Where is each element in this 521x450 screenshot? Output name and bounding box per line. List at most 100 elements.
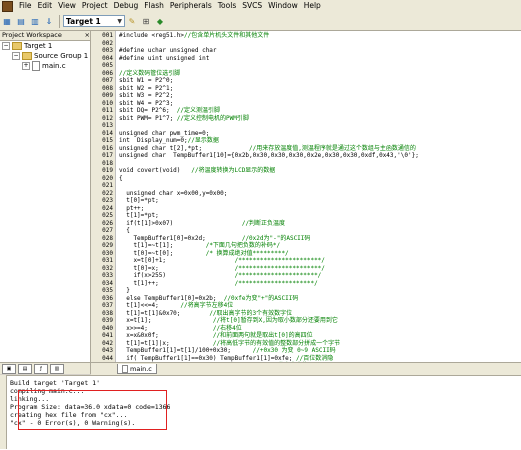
code-line: 001 #include <reg51.h>//包含单片机头文件和其他文件 bbox=[91, 32, 521, 40]
output-side-bar bbox=[0, 375, 7, 449]
code-editor[interactable]: 001 #include <reg51.h>//包含单片机头文件和其他文件 002 0… bbox=[91, 31, 521, 362]
rebuild-icon[interactable]: ▥ bbox=[29, 15, 41, 27]
code-comment: //0xfe为变"+"的ASCII码 bbox=[223, 294, 299, 302]
toolbar: ▦ ▤ ▥ ⇓ Target 1 ▼ ✎ ⊞ ◆ bbox=[0, 12, 521, 31]
code-text: sbit W1 = P2^0; bbox=[119, 77, 174, 84]
code-text: pt++; bbox=[119, 204, 145, 212]
expand-icon[interactable]: + bbox=[22, 62, 30, 70]
code-comment: //将t[0]暂存到X,因为取小数部分还要用到它 bbox=[212, 317, 338, 324]
code-comment: //将高低字节的有效值的整数部分拼成一个字节 bbox=[212, 339, 341, 347]
code-text: TempBuffer1[0]=0x2d; bbox=[119, 234, 242, 242]
build-target-icon[interactable]: ▦ bbox=[1, 15, 13, 27]
code-line: 014 unsigned char pwm_time=0; bbox=[91, 130, 521, 138]
annotation-highlight-box bbox=[18, 390, 167, 430]
code-comment: //将高字节左移4位 bbox=[180, 302, 234, 309]
code-text: sbit W3 = P2^2; bbox=[119, 92, 174, 99]
line-number: 028 bbox=[102, 234, 113, 242]
line-number: 044 bbox=[102, 354, 113, 362]
code-line: 041 x=x&0x0f; //和前面两句就是取出t[0]的高四位 bbox=[91, 332, 521, 340]
code-line: 004 #define uint unsigned int bbox=[91, 55, 521, 63]
code-line: 017 unsigned char TempBuffer1[10]={0x2b,0… bbox=[91, 152, 521, 160]
functions-tab-icon[interactable]: ƒ bbox=[34, 363, 48, 374]
code-text: sbit W4 = P2^3; bbox=[119, 99, 174, 107]
line-number: 040 bbox=[102, 324, 113, 332]
menu-help[interactable]: Help bbox=[301, 0, 324, 12]
code-comment: //定义数码管位选引脚 bbox=[119, 69, 181, 77]
menu-file[interactable]: File bbox=[16, 0, 35, 12]
code-line: 043 TempBuffer1[1]=t[1]/100+0x30; //+0x3… bbox=[91, 347, 521, 355]
code-text: x=t[0]+1; bbox=[119, 257, 235, 264]
templates-tab-icon[interactable]: ▥ bbox=[50, 363, 64, 374]
code-line: 009 sbit W3 = P2^2; bbox=[91, 92, 521, 100]
menu-tools[interactable]: Tools bbox=[215, 0, 239, 12]
code-line: 002 bbox=[91, 40, 521, 48]
file-extensions-icon[interactable]: ◆ bbox=[154, 15, 166, 27]
line-number: 011 bbox=[102, 107, 113, 114]
code-text: unsigned char pwm_time=0; bbox=[119, 129, 210, 137]
code-comment: //0x2d为"-"的ASCII码 bbox=[241, 234, 311, 242]
code-comment: //百位数消隐 bbox=[296, 354, 334, 362]
tree-item-label: Target 1 bbox=[24, 42, 53, 50]
code-line: 036 else TempBuffer1[0]=0x2b; //0xfe为变"+… bbox=[91, 295, 521, 303]
project-tab-icon[interactable]: ▣ bbox=[2, 363, 16, 374]
code-line: 037 t[1]<<=4; //将高字节左移4位 bbox=[91, 302, 521, 310]
line-number: 038 bbox=[102, 309, 113, 317]
line-number: 022 bbox=[102, 189, 113, 197]
menu-bar: File Edit View Project Debug Flash Perip… bbox=[0, 0, 521, 12]
menu-flash[interactable]: Flash bbox=[141, 0, 167, 12]
code-text: t[1]=*pt; bbox=[119, 212, 159, 219]
target-icon bbox=[12, 42, 22, 50]
load-icon[interactable]: ⇓ bbox=[43, 15, 55, 27]
menu-svcs[interactable]: SVCS bbox=[239, 0, 265, 12]
options-icon[interactable]: ✎ bbox=[126, 15, 138, 27]
collapse-icon[interactable]: − bbox=[2, 42, 10, 50]
line-number: 009 bbox=[102, 92, 113, 99]
code-text: TempBuffer1[1]=t[1]/100+0x30; bbox=[119, 347, 253, 354]
code-comment: //+0x30 为变 0~9 ASCII码 bbox=[252, 347, 336, 354]
menu-peripherals[interactable]: Peripherals bbox=[167, 0, 215, 12]
menu-project[interactable]: Project bbox=[79, 0, 111, 12]
tree-item-source-group[interactable]: − Source Group 1 bbox=[0, 51, 90, 61]
target-select[interactable]: Target 1 ▼ bbox=[63, 15, 125, 27]
code-text: { bbox=[119, 174, 123, 182]
code-comment: //包含单片机头文件和其他文件 bbox=[184, 32, 270, 39]
menu-debug[interactable]: Debug bbox=[111, 0, 142, 12]
code-text: if(x>255) bbox=[119, 272, 235, 279]
code-line: 033 if(x>255) /**********************/ bbox=[91, 272, 521, 280]
manage-components-icon[interactable]: ⊞ bbox=[140, 15, 152, 27]
menu-view[interactable]: View bbox=[55, 0, 79, 12]
code-line: 042 t[1]=t[1]|x; //将高低字节的有效值的整数部分拼成一个字节 bbox=[91, 340, 521, 348]
line-number: 019 bbox=[102, 167, 113, 174]
toolbar-separator bbox=[59, 14, 60, 28]
code-text: else TempBuffer1[0]=0x2b; bbox=[119, 294, 224, 302]
code-line: 031 x=t[0]+1; /***********************/ bbox=[91, 257, 521, 265]
books-tab-icon[interactable]: ▤ bbox=[18, 363, 32, 374]
menu-window[interactable]: Window bbox=[265, 0, 301, 12]
code-line: 021 bbox=[91, 182, 521, 190]
workspace-tabs: ▣ ▤ ƒ ▥ bbox=[0, 362, 90, 374]
menu-edit[interactable]: Edit bbox=[35, 0, 56, 12]
code-line: 003 #define uchar unsigned char bbox=[91, 47, 521, 55]
line-number: 023 bbox=[102, 197, 113, 204]
code-text: #define uchar unsigned char bbox=[119, 47, 217, 54]
code-line: 010 sbit W4 = P2^3; bbox=[91, 100, 521, 108]
line-number: 005 bbox=[102, 62, 113, 69]
code-comment: /* 换算成绝对值*********/ bbox=[205, 249, 289, 257]
tree-item-main-c[interactable]: + main.c bbox=[0, 61, 90, 71]
code-line: 018 bbox=[91, 160, 521, 168]
code-comment: //将温度转换为LCD显示的数据 bbox=[191, 167, 276, 174]
line-number: 029 bbox=[102, 242, 113, 249]
code-text: unsigned char x=0x00,y=0x00; bbox=[119, 189, 228, 197]
tab-main-c[interactable]: main.c bbox=[117, 364, 157, 374]
code-text: x=x&0x0f; bbox=[119, 332, 213, 339]
code-comment: //用来存放温度值,测温程序就是通过这个数组与主函数通信的 bbox=[249, 144, 416, 152]
close-icon[interactable]: × bbox=[85, 31, 90, 40]
collapse-icon[interactable]: − bbox=[12, 52, 20, 60]
code-text: void covert(void) bbox=[119, 167, 192, 174]
code-comment: //右移4位 bbox=[212, 324, 242, 332]
build-icon[interactable]: ▤ bbox=[15, 15, 27, 27]
tree-item-target[interactable]: − Target 1 bbox=[0, 41, 90, 51]
code-line: 012 sbit PWM= P1^7; //定义控制电机的PWM引脚 bbox=[91, 115, 521, 123]
code-line: 015 int Display_num=0;//显示数据 bbox=[91, 137, 521, 145]
code-lines: 001 #include <reg51.h>//包含单片机头文件和其他文件 002 0… bbox=[91, 32, 521, 362]
